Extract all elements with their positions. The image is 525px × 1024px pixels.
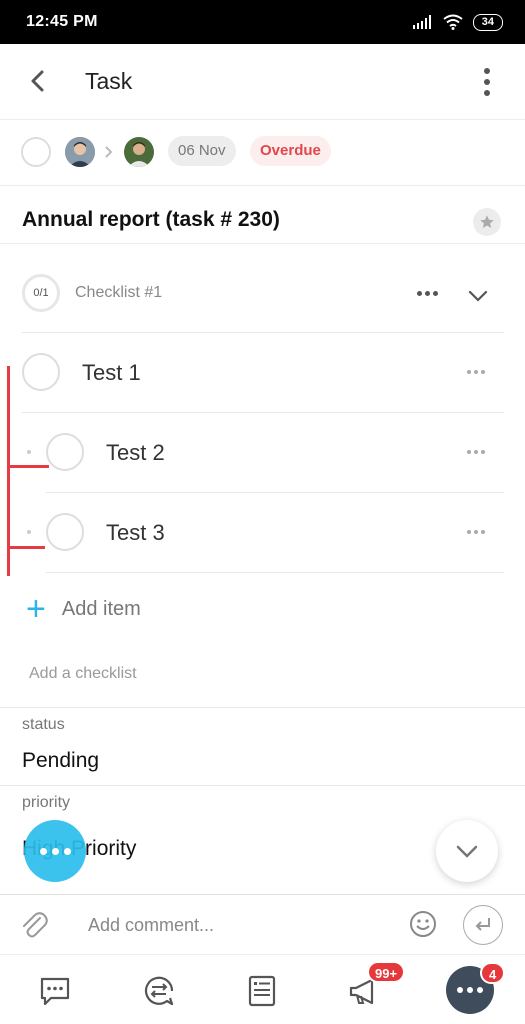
send-button[interactable] (463, 905, 503, 945)
item-checkbox[interactable] (46, 433, 84, 471)
chevron-down-icon[interactable] (466, 287, 490, 305)
more-badge: 4 (480, 962, 506, 984)
emoji-icon[interactable] (408, 909, 438, 939)
notes-icon[interactable] (244, 973, 280, 1009)
app-header: Task (0, 44, 525, 120)
status-bar: 12:45 PM 34 (0, 0, 525, 44)
quick-actions-fab[interactable] (24, 820, 86, 882)
annotation-line (7, 366, 10, 576)
divider (0, 785, 525, 786)
status-icons: 34 (412, 13, 503, 31)
task-complete-checkbox[interactable] (21, 137, 51, 167)
status-value[interactable]: Pending (22, 749, 99, 773)
favorite-button[interactable] (473, 208, 501, 236)
paperclip-icon[interactable] (18, 909, 50, 941)
add-checklist-link[interactable]: Add a checklist (29, 665, 137, 683)
notifications-badge: 99+ (367, 961, 406, 983)
checklist-item-label[interactable]: Test 2 (106, 440, 165, 466)
divider (0, 707, 525, 708)
indent-dot (27, 530, 31, 534)
item-options-icon[interactable] (467, 370, 485, 374)
divider (46, 492, 504, 493)
item-options-icon[interactable] (467, 530, 485, 534)
item-checkbox[interactable] (46, 513, 84, 551)
back-arrow-icon[interactable] (24, 66, 54, 96)
wifi-icon (443, 14, 463, 30)
page-title: Task (85, 68, 133, 94)
star-icon (480, 215, 494, 228)
add-item-button[interactable]: + Add item (26, 590, 141, 628)
battery-icon: 34 (472, 13, 503, 31)
overdue-badge: Overdue (250, 136, 331, 166)
checklist-options-icon[interactable] (417, 291, 438, 296)
annotation-line (7, 546, 45, 549)
scroll-down-fab[interactable] (436, 820, 498, 882)
creator-avatar[interactable] (65, 137, 95, 167)
checklist-name[interactable]: Checklist #1 (75, 284, 162, 302)
item-options-icon[interactable] (467, 450, 485, 454)
comment-bar: Add comment... (0, 894, 525, 954)
priority-label: priority (22, 794, 71, 811)
activity-icon[interactable] (141, 973, 177, 1009)
checklist-item-label[interactable]: Test 1 (82, 360, 141, 386)
divider (22, 412, 504, 413)
enter-arrow-icon (475, 918, 490, 931)
person-icon (65, 137, 95, 167)
comment-input[interactable]: Add comment... (88, 915, 214, 936)
task-title[interactable]: Annual report (task # 230) (22, 208, 280, 232)
assignee-avatar[interactable] (124, 137, 154, 167)
add-item-label: Add item (61, 597, 141, 620)
chevron-down-icon (456, 845, 478, 858)
checklist-item-label[interactable]: Test 3 (106, 520, 165, 546)
status-time: 12:45 PM (26, 13, 98, 30)
item-checkbox[interactable] (22, 353, 60, 391)
task-meta-row: 06 Nov Overdue (0, 120, 525, 186)
indent-dot (27, 450, 31, 454)
plus-icon: + (26, 590, 46, 628)
chat-icon[interactable] (37, 973, 73, 1009)
signal-icon (412, 15, 431, 29)
checklist-progress: 0/1 (22, 274, 60, 312)
task-title-row: Annual report (task # 230) (0, 186, 525, 244)
divider (46, 572, 504, 573)
divider (22, 332, 504, 333)
chevron-right-icon (105, 146, 113, 158)
more-vertical-icon[interactable] (477, 66, 497, 98)
person-icon (124, 137, 154, 167)
due-date-chip[interactable]: 06 Nov (168, 136, 236, 166)
status-label: status (22, 716, 65, 733)
annotation-line (7, 465, 49, 468)
